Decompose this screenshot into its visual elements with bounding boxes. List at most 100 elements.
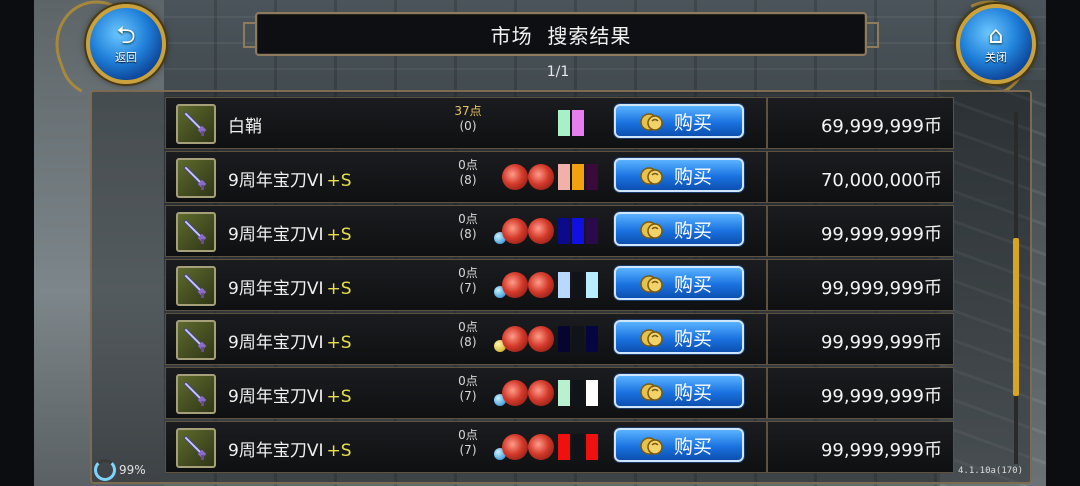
sword-icon [176,158,216,198]
table-row[interactable]: 9周年宝刀VI +S 0点 (8) 购买 70,000,000币 [165,151,954,203]
sword-icon [176,374,216,414]
dye-swatch [586,218,598,244]
table-row[interactable]: 9周年宝刀VI +S 0点 (7) 购买 99,999,999币 [165,421,954,473]
item-name-text: 9周年宝刀VI [228,225,324,245]
battery-icon [94,459,116,481]
dye-swatch [572,218,584,244]
fire-gem-icon [502,218,528,244]
dye-swatch [586,326,598,352]
item-name-text: 9周年宝刀VI [228,387,324,407]
item-name: 9周年宝刀VI +S [228,436,352,461]
home-icon: ⌂ [988,21,1004,49]
buy-button-label: 购买 [673,111,712,134]
item-plus-grade: +S [326,279,352,299]
buy-button[interactable]: 购买 [614,320,744,354]
sword-icon [176,320,216,360]
item-plus-grade: +S [326,387,352,407]
points-sub-value: (7) [459,443,477,457]
item-name: 9周年宝刀VI +S [228,274,352,299]
item-price: 99,999,999币 [820,440,942,461]
fire-gem-icon [528,326,554,352]
item-slots [502,164,598,190]
page-title: 市场 搜索结果 [243,12,879,56]
column-divider [766,206,768,256]
dye-swatch [558,164,570,190]
fire-gem-icon [502,272,528,298]
dye-swatch [572,272,584,298]
buy-button-label: 购买 [673,435,712,458]
item-price: 70,000,000币 [820,170,942,191]
dye-swatch [572,164,584,190]
points-value: 0点 [458,158,478,172]
buy-button[interactable]: 购买 [614,266,744,300]
battery-indicator: 99% [94,459,146,481]
column-divider [766,152,768,202]
item-price: 99,999,999币 [820,332,942,353]
sword-icon [176,104,216,144]
close-button-label: 关闭 [985,51,1007,64]
item-name: 9周年宝刀VI +S [228,382,352,407]
points-sub-value: (8) [459,173,477,187]
table-row[interactable]: 9周年宝刀VI +S 0点 (7) 购买 99,999,999币 [165,259,954,311]
fire-gem-icon [502,434,528,460]
item-plus-grade: +S [326,225,352,245]
coin-bag-icon [640,221,663,239]
version-text: 4.1.10a(170) [958,466,1024,476]
column-divider [766,422,768,472]
table-row[interactable]: 9周年宝刀VI +S 0点 (8) 购买 99,999,999币 [165,205,954,257]
coin-bag-icon [640,167,663,185]
sword-icon [176,212,216,252]
coin-bag-icon [640,437,663,455]
coin-bag-icon [640,329,663,347]
item-name-text: 9周年宝刀VI [228,333,324,353]
column-divider [766,368,768,418]
buy-button-label: 购买 [673,273,712,296]
table-row[interactable]: 9周年宝刀VI +S 0点 (8) 购买 99,999,999币 [165,313,954,365]
sword-icon [176,266,216,306]
item-price: 99,999,999币 [820,224,942,245]
fire-gem-icon [528,380,554,406]
item-slots [502,110,598,136]
fire-gem-icon [528,434,554,460]
back-button-label: 返回 [115,51,137,64]
item-points: 0点 (8) [446,158,490,188]
back-button[interactable]: ⮌ 返回 [86,4,166,84]
buy-button[interactable]: 购买 [614,374,744,408]
item-name-text: 白鞘 [228,117,262,137]
item-slots [494,218,598,244]
item-name: 白鞘 [228,112,265,137]
column-divider [766,314,768,364]
dye-swatch [586,434,598,460]
dye-swatch [572,434,584,460]
points-sub-value: (8) [459,335,477,349]
battery-text: 99% [119,463,146,477]
dye-swatch [558,434,570,460]
item-slots [494,272,598,298]
buy-button-label: 购买 [673,165,712,188]
buy-button-label: 购买 [673,381,712,404]
dye-swatch [572,380,584,406]
buy-button-label: 购买 [673,219,712,242]
buy-button[interactable]: 购买 [614,158,744,192]
item-name: 9周年宝刀VI +S [228,328,352,353]
dye-swatch [572,326,584,352]
buy-button[interactable]: 购买 [614,428,744,462]
fire-gem-icon [502,164,528,190]
points-sub-value: (7) [459,389,477,403]
item-points: 0点 (8) [446,320,490,350]
scrollbar-thumb[interactable] [1013,238,1019,396]
column-divider [766,260,768,310]
points-value: 0点 [458,266,478,280]
buy-button[interactable]: 购买 [614,212,744,246]
points-value: 0点 [458,320,478,334]
table-row[interactable]: 白鞘 37点 (0) 购买 69,999,999币 [165,97,954,149]
buy-button[interactable]: 购买 [614,104,744,138]
page-counter: 1/1 [546,64,570,80]
coin-bag-icon [640,275,663,293]
close-button[interactable]: ⌂ 关闭 [956,4,1036,84]
dye-swatch [586,272,598,298]
points-sub-value: (8) [459,227,477,241]
column-divider [766,98,768,148]
coin-bag-icon [640,383,663,401]
table-row[interactable]: 9周年宝刀VI +S 0点 (7) 购买 99,999,999币 [165,367,954,419]
